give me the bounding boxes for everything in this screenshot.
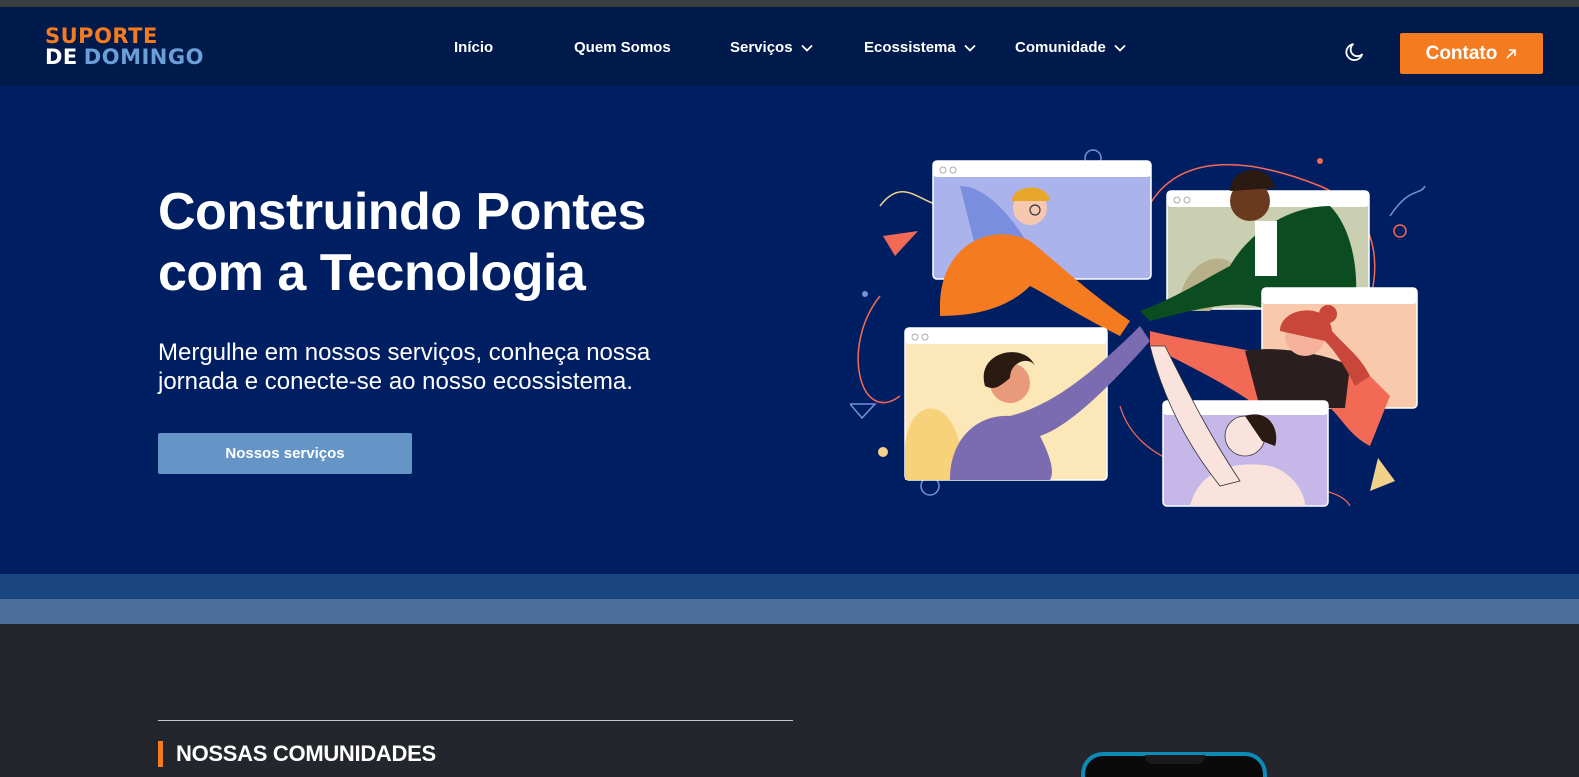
phone-mockup xyxy=(1081,752,1267,777)
section-title-accent-bar xyxy=(158,741,163,767)
hero-section: Construindo Pontes com a Tecnologia Merg… xyxy=(0,86,1579,574)
navbar: SUPORTE DE DOMINGO Início Quem Somos Serv… xyxy=(0,7,1579,86)
nav-item-inicio[interactable]: Início xyxy=(454,39,493,56)
chevron-down-icon xyxy=(800,44,813,52)
moon-icon xyxy=(1345,43,1363,61)
logo-de: DE xyxy=(45,45,78,69)
chevron-down-icon xyxy=(1114,44,1126,52)
section-divider xyxy=(158,720,793,721)
nav-item-label: Início xyxy=(454,39,494,56)
hero-subtitle: Mergulhe em nossos serviços, conheça nos… xyxy=(158,339,651,395)
hero-title-line-1: Construindo Pontes xyxy=(158,183,646,241)
theme-toggle-button[interactable] xyxy=(1343,40,1367,64)
nav-item-label: Ecossistema xyxy=(864,39,956,56)
nav-item-comunidade[interactable]: Comunidade xyxy=(1015,39,1126,56)
nav-item-ecossistema[interactable]: Ecossistema xyxy=(864,39,976,56)
decorative-band-light xyxy=(0,599,1579,624)
nav-item-label: Comunidade xyxy=(1015,39,1106,56)
contact-button-label: Contato xyxy=(1425,42,1498,64)
nav-item-label: Serviços xyxy=(730,39,793,56)
hero-title-line-2: com a Tecnologia xyxy=(158,244,586,302)
section-title-text: NOSSAS COMUNIDADES xyxy=(176,741,436,766)
logo[interactable]: SUPORTE DE DOMINGO xyxy=(45,26,204,68)
section-title: NOSSAS COMUNIDADES xyxy=(158,741,436,767)
arrow-up-right-icon xyxy=(1506,48,1517,59)
nav-item-label: Quem Somos xyxy=(574,39,671,56)
logo-line-1: SUPORTE xyxy=(45,24,158,48)
logo-domingo: DOMINGO xyxy=(83,45,204,69)
hero-title: Construindo Pontes com a Tecnologia xyxy=(158,182,758,304)
services-cta-button[interactable]: Nossos serviços xyxy=(158,433,412,474)
contact-button[interactable]: Contato xyxy=(1400,33,1543,74)
logo-line-2: DE DOMINGO xyxy=(45,47,204,68)
people-high-five-video-call-illustration xyxy=(850,149,1426,507)
communities-section: NOSSAS COMUNIDADES xyxy=(0,624,1579,777)
nav-item-servicos[interactable]: Serviços xyxy=(730,39,813,56)
chevron-down-icon xyxy=(964,44,976,52)
phone-notch xyxy=(1145,755,1205,764)
top-strip xyxy=(0,0,1579,7)
decorative-band-dark xyxy=(0,574,1579,599)
nav-item-quem-somos[interactable]: Quem Somos xyxy=(574,39,671,56)
